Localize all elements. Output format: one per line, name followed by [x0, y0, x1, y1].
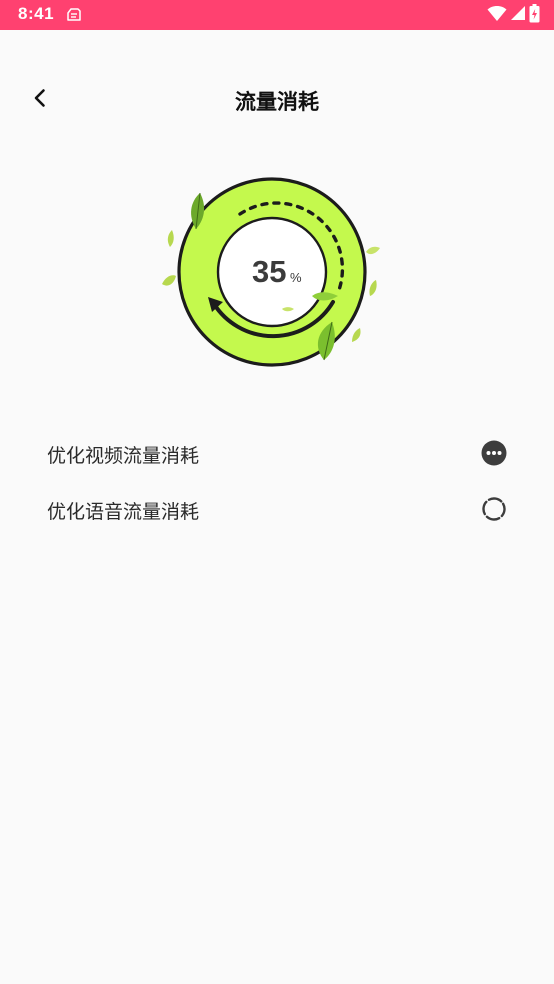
page-title: 流量消耗 — [235, 90, 319, 114]
battery-charging-icon — [529, 3, 540, 27]
status-time: 8:41 — [18, 4, 55, 23]
list-item-optimize-voice[interactable]: 优化语音流量消耗 — [0, 483, 554, 535]
loading-spinner-icon — [481, 496, 507, 522]
gauge-unit: % — [290, 270, 302, 285]
status-icons — [487, 3, 540, 27]
wifi-icon — [487, 5, 507, 26]
list-item-optimize-video[interactable]: 优化视频流量消耗 — [0, 427, 554, 479]
more-dots-icon — [481, 440, 507, 466]
signal-icon — [510, 5, 526, 25]
option-label-voice: 优化语音流量消耗 — [47, 501, 200, 523]
option-label-video: 优化视频流量消耗 — [47, 445, 200, 467]
usage-gauge: 35 % — [152, 172, 392, 382]
clipboard-notification-icon — [66, 7, 82, 23]
gauge-percentage: 35 — [252, 254, 287, 289]
top-bar: 流量消耗 — [0, 30, 554, 170]
status-bar: 8:41 — [0, 0, 554, 30]
